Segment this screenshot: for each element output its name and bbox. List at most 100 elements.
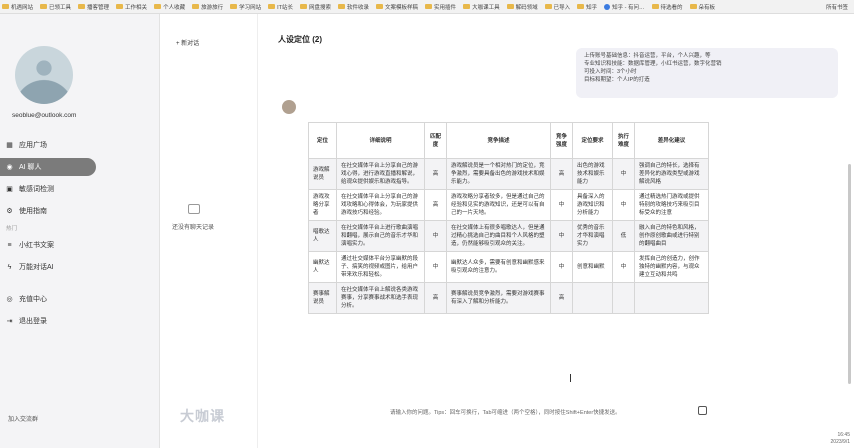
- chat-input[interactable]: 请输入你的问题。Tips：回车可换行，Tab可缩进（两个空格），同时按住Shif…: [390, 408, 621, 416]
- table-cell: 在社交媒体平台上分享自己的游戏心得，进行游戏直播和解说，给观众提供娱乐和游戏指导…: [336, 158, 425, 190]
- bookmark-label: IT站长: [277, 4, 293, 11]
- join-group-link[interactable]: 加入交流群: [8, 414, 38, 423]
- chat-scrollbar[interactable]: [848, 164, 851, 384]
- folder-icon: [154, 4, 162, 9]
- bookmark-item[interactable]: 工作相关: [116, 3, 147, 11]
- bookmark-item[interactable]: 大咖课工具: [463, 3, 500, 11]
- table-cell: 通过精选热门游戏或提供特别的攻略技巧来吸引目标受众的注意: [634, 189, 709, 221]
- bookmark-item[interactable]: 网盘搜索: [300, 3, 331, 11]
- table-row: 游戏攻略分享者 在社交媒体平台上分享自己的游戏攻略和心得体会，为玩家提供游戏技巧和…: [308, 189, 709, 221]
- bookmark-item[interactable]: 待选看的: [651, 3, 683, 11]
- bookmark-label: 个人收藏: [163, 4, 186, 11]
- site-icon: [604, 3, 611, 10]
- table-cell: 游戏解说员是一个相对热门的定位，竞争激烈，需要具备出色的游戏技术和娱乐能力。: [446, 158, 551, 190]
- bookmark-item[interactable]: 软件收录: [338, 3, 369, 11]
- table-cell: 中: [612, 251, 635, 283]
- table-cell: 出色的游戏技术和娱乐能力: [572, 158, 613, 190]
- column-header: 详细说明: [336, 122, 425, 159]
- bookmark-label: 大咖课工具: [472, 4, 500, 11]
- wallet-icon: ◎: [6, 295, 13, 303]
- bookmark-item[interactable]: 机遇网站: [2, 3, 33, 11]
- sidebar-item-logout[interactable]: ⇥ 退出登录: [0, 312, 160, 330]
- bookmark-item[interactable]: 文案模板样稿: [376, 3, 418, 11]
- bookmark-label: 旅游旅行: [201, 4, 224, 11]
- bot-avatar: [282, 100, 296, 114]
- bookmark-item[interactable]: 知乎: [577, 3, 597, 11]
- bookmark-item[interactable]: 知乎 - 有问…: [604, 3, 645, 11]
- column-header: 定位要求: [572, 122, 613, 159]
- chat-main: 人设定位 (2) 上传账号基础信息：抖音运营，平台，个人兴趣，等 专业知识和技能…: [258, 14, 854, 448]
- column-header: 竞争描述: [446, 122, 551, 159]
- clock-time: 16:45: [837, 432, 850, 438]
- table-cell: 幽默达人: [308, 251, 337, 283]
- note-line: 可投入时间：3个小时: [584, 69, 637, 75]
- grid-icon: ▦: [6, 141, 13, 149]
- bookmark-item[interactable]: 已领工具: [40, 3, 71, 11]
- bookmark-label: 播客管理: [87, 4, 110, 11]
- bookmark-item[interactable]: 实用插件: [425, 3, 456, 11]
- system-clock: 16:45 2023/9/1: [831, 432, 850, 446]
- nav-section-label: 热门: [6, 226, 18, 232]
- table-cell: 在社交媒体平台上解说各类游戏赛事，分享赛事战术和选手表现分析。: [336, 282, 425, 314]
- bookmark-item[interactable]: 解码领域: [506, 3, 538, 11]
- table-cell: 游戏解说员: [308, 158, 337, 190]
- folder-icon: [78, 4, 86, 9]
- bookmark-item[interactable]: 个人收藏: [154, 3, 185, 11]
- note-line: 目标和期望：个人IP的打造: [584, 77, 650, 83]
- folder-icon: [338, 4, 346, 9]
- table-cell: 在社交媒体上有很多唱歌达人，但是通过精心挑选自己的曲目和个人风格的塑造，仍然能够…: [446, 220, 551, 252]
- bookmark-item[interactable]: 学习网站: [230, 3, 261, 11]
- bookmark-item[interactable]: 朵有板: [689, 3, 715, 11]
- sidebar-item-label: 小红书文案: [19, 242, 54, 249]
- new-chat-button[interactable]: + 新对话: [176, 38, 199, 47]
- bookmark-item[interactable]: 旅游旅行: [192, 3, 223, 11]
- bookmark-item[interactable]: 已导入: [544, 3, 570, 11]
- sidebar-item-recharge[interactable]: ◎ 充值中心: [0, 290, 160, 308]
- note-icon: ≡: [7, 241, 12, 249]
- folder-icon: [425, 4, 433, 9]
- table-row: 幽默达人 通过社交媒体平台分享幽默的段子、搞笑的视频或图片，给用户带来欢乐和轻松。…: [308, 251, 709, 283]
- table-cell: 中: [424, 251, 447, 283]
- shield-icon: ▣: [6, 185, 13, 193]
- bookmark-item[interactable]: 播客管理: [78, 3, 109, 11]
- chat-icon: ◉: [6, 163, 13, 171]
- table-cell: [634, 282, 709, 314]
- folder-icon: [2, 4, 9, 9]
- empty-history-text: 还没有聊天记录: [172, 225, 215, 231]
- table-row: 游戏解说员 在社交媒体平台上分享自己的游戏心得，进行游戏直播和解说，给观众提供娱乐…: [308, 158, 709, 190]
- table-cell: 高: [550, 282, 573, 314]
- sidebar-item-ai-chat[interactable]: ◉ AI 聊人: [0, 158, 96, 176]
- folder-icon: [651, 4, 659, 9]
- send-icon[interactable]: [698, 406, 707, 415]
- positioning-table: 定位 详细说明 匹配度 竞争描述 竞争强度 定位要求 执行难度 差异化建议 游戏解说员 在社交媒…: [308, 122, 709, 314]
- sidebar-item-label: 使用指南: [19, 208, 47, 215]
- sidebar-item-app-plaza[interactable]: ▦ 应用广场: [0, 136, 160, 154]
- table-cell: 高: [550, 158, 573, 190]
- table-cell: 发挥自己的创造力，创作独特的幽默内容，与观众建立互动和共鸣: [634, 251, 709, 283]
- folder-icon: [544, 4, 552, 9]
- table-cell: 中: [424, 220, 447, 252]
- table-row: 赛事解说员 在社交媒体平台上解说各类游戏赛事，分享赛事战术和选手表现分析。高赛事解…: [308, 282, 709, 314]
- sidebar-item-label: AI 聊人: [19, 164, 42, 171]
- column-header: 定位: [308, 122, 337, 159]
- table-cell: 中: [612, 158, 635, 190]
- table-cell: 强调自己的特长，选择有差异化的游戏类型或游戏解说风格: [634, 158, 709, 190]
- table-cell: 通过社交媒体平台分享幽默的段子、搞笑的视频或图片，给用户带来欢乐和轻松。: [336, 251, 425, 283]
- bolt-icon: ϟ: [7, 263, 12, 271]
- column-header: 竞争强度: [550, 122, 573, 159]
- folder-icon: [577, 4, 585, 9]
- sidebar-item-xhs-copy[interactable]: ≡ 小红书文案: [0, 236, 160, 254]
- bookmark-label: 知乎: [586, 4, 598, 11]
- sidebar-item-label: 退出登录: [19, 318, 47, 325]
- sidebar-item-guide[interactable]: ⚙ 使用指南: [0, 202, 160, 220]
- sidebar-item-label: 敏感词检测: [19, 186, 54, 193]
- bookmark-item[interactable]: IT站长: [268, 3, 293, 11]
- bookmark-label: 学习网站: [239, 4, 262, 11]
- sidebar-item-universal-ai[interactable]: ϟ 万能对话AI: [0, 258, 160, 276]
- sidebar-item-sensitive-check[interactable]: ▣ 敏感词检测: [0, 180, 160, 198]
- avatar[interactable]: [15, 46, 73, 104]
- all-bookmarks[interactable]: 所有书签: [826, 3, 848, 11]
- logout-icon: ⇥: [6, 317, 13, 325]
- folder-icon: [192, 4, 200, 9]
- bookmark-label: 软件收录: [347, 4, 370, 11]
